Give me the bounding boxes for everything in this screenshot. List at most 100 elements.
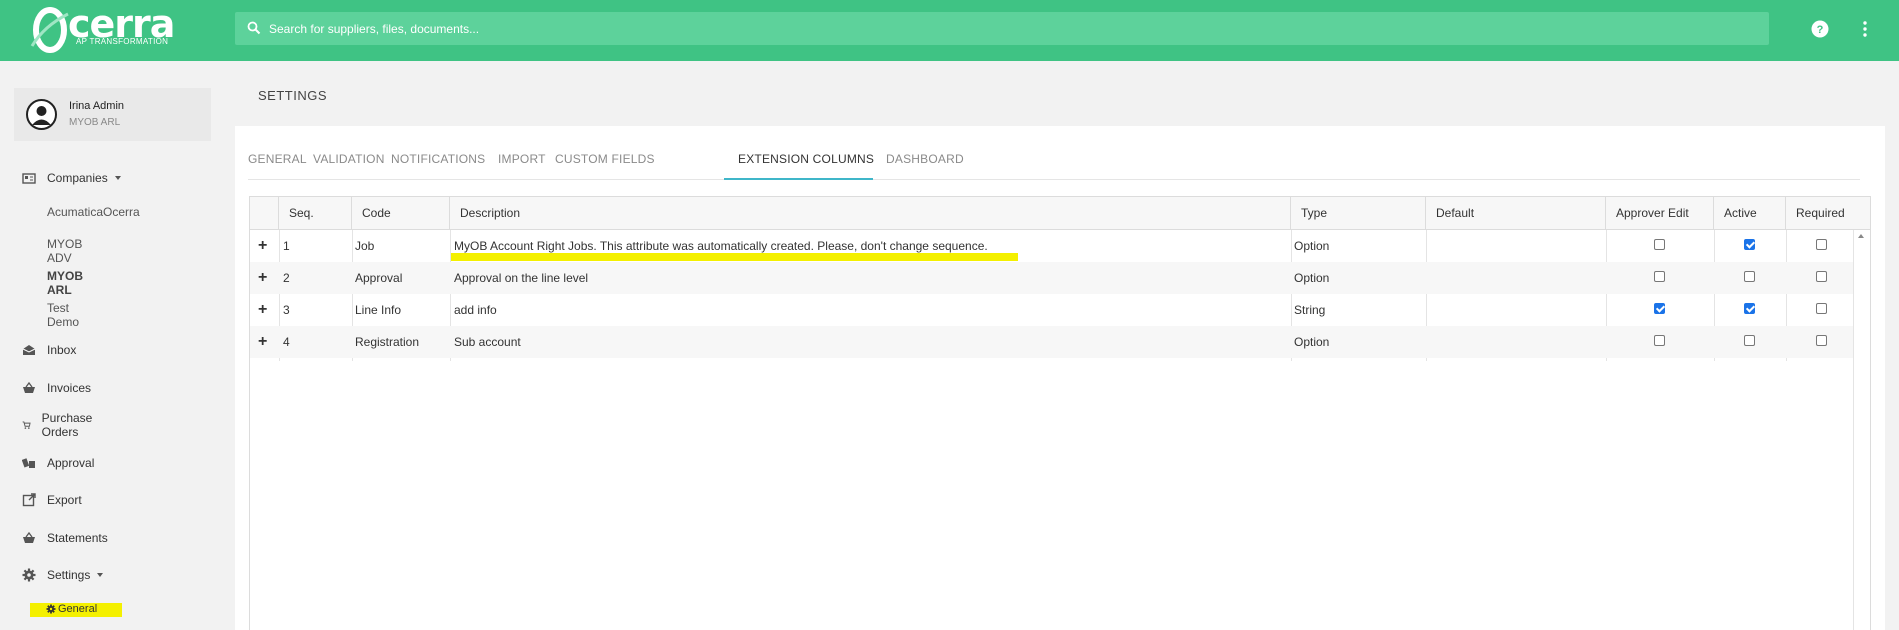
approver-edit-checkbox[interactable] — [1654, 239, 1665, 250]
column-header-type[interactable]: Type — [1291, 197, 1426, 230]
tab-notifications[interactable]: NOTIFICATIONS — [391, 152, 485, 166]
sidebar-item-purchase-orders[interactable]: Purchase Orders — [22, 411, 98, 439]
active-checkbox[interactable] — [1744, 239, 1755, 250]
required-checkbox[interactable] — [1816, 239, 1827, 250]
table-row[interactable]: + 2 Approval Approval on the line level … — [250, 262, 1853, 294]
inbox-icon — [22, 345, 36, 355]
table-row[interactable]: + 4 Registration Sub account Option — [250, 326, 1853, 358]
logo-tagline: AP TRANSFORMATION — [76, 37, 169, 46]
sidebar-item-label: General — [58, 603, 98, 615]
cell-seq: 3 — [283, 303, 290, 317]
vertical-scrollbar[interactable] — [1853, 230, 1870, 630]
column-header-approver-edit[interactable]: Approver Edit — [1606, 197, 1714, 230]
cell-type: Option — [1294, 239, 1330, 253]
tab-custom-fields[interactable]: CUSTOM FIELDS — [555, 152, 655, 166]
company-test-demo[interactable]: Test Demo — [47, 301, 79, 329]
gear-icon — [46, 604, 56, 614]
more-menu-icon[interactable] — [1861, 20, 1869, 38]
tab-validation[interactable]: VALIDATION — [313, 152, 385, 166]
top-bar: cerra AP TRANSFORMATION ? — [0, 0, 1899, 61]
cell-type: Option — [1294, 271, 1330, 285]
sidebar-item-companies[interactable]: Companies — [22, 167, 121, 189]
sidebar-item-export[interactable]: Export — [22, 489, 82, 511]
expand-row-icon[interactable]: + — [258, 326, 267, 358]
cell-code: Approval — [355, 271, 403, 285]
settings-tabs: GENERAL VALIDATION NOTIFICATIONS IMPORT … — [248, 126, 1860, 180]
cell-description: MyOB Account Right Jobs. This attribute … — [454, 239, 988, 253]
column-header-default[interactable]: Default — [1426, 197, 1606, 230]
required-checkbox[interactable] — [1816, 335, 1827, 346]
sidebar-item-label: Approval — [47, 456, 95, 470]
settings-panel: GENERAL VALIDATION NOTIFICATIONS IMPORT … — [235, 126, 1885, 630]
cell-code: Registration — [355, 335, 420, 349]
tab-general[interactable]: GENERAL — [248, 152, 307, 166]
approver-edit-checkbox[interactable] — [1654, 271, 1665, 282]
table-row[interactable]: + 1 Job MyOB Account Right Jobs. This at… — [250, 230, 1853, 262]
search-input[interactable] — [269, 12, 1759, 45]
expand-row-icon[interactable]: + — [258, 294, 267, 326]
search-icon — [247, 21, 261, 35]
tab-import[interactable]: IMPORT — [498, 152, 546, 166]
sidebar-item-inbox[interactable]: Inbox — [22, 339, 76, 361]
sidebar-item-settings[interactable]: Settings — [22, 564, 104, 586]
cell-code: Line Info — [355, 303, 402, 317]
sidebar-item-general[interactable]: General — [46, 603, 97, 615]
sidebar-item-statements[interactable]: Statements — [22, 527, 108, 549]
tab-extension-columns[interactable]: EXTENSION COLUMNS — [738, 152, 874, 166]
company-myob-arl[interactable]: MYOB ARL — [47, 269, 83, 297]
cell-description: add info — [454, 303, 497, 317]
active-checkbox[interactable] — [1744, 271, 1755, 282]
cell-description: Sub account — [454, 335, 521, 349]
column-header-description[interactable]: Description — [450, 197, 1291, 230]
page-title: SETTINGS — [258, 88, 328, 103]
user-name: Irina Admin — [69, 100, 125, 112]
cell-seq: 4 — [283, 335, 290, 349]
company-myob-adv[interactable]: MYOB ADV — [47, 237, 82, 265]
chevron-down-icon — [97, 573, 104, 577]
global-search[interactable] — [235, 12, 1769, 45]
active-checkbox[interactable] — [1744, 303, 1755, 314]
avatar — [26, 99, 57, 130]
table-header: Seq. Code Description Type Default Appro… — [250, 197, 1870, 230]
sidebar-item-label: Purchase Orders — [41, 411, 93, 439]
required-checkbox[interactable] — [1816, 271, 1827, 282]
sidebar-item-approval[interactable]: Approval — [22, 452, 94, 474]
active-tab-indicator — [724, 178, 873, 180]
sidebar-item-label: Inbox — [47, 343, 77, 357]
cell-description: Approval on the line level — [454, 271, 589, 285]
cell-seq: 1 — [283, 239, 290, 253]
column-header-required[interactable]: Required — [1786, 197, 1870, 230]
svg-text:?: ? — [1817, 24, 1824, 36]
scroll-up-arrow-icon[interactable] — [1858, 234, 1864, 238]
table-row[interactable]: + 3 Line Info add info String — [250, 294, 1853, 326]
active-checkbox[interactable] — [1744, 335, 1755, 346]
sidebar-item-label: Statements — [47, 531, 108, 545]
expand-row-icon[interactable]: + — [258, 262, 267, 294]
approver-edit-checkbox[interactable] — [1654, 335, 1665, 346]
cell-seq: 2 — [283, 271, 290, 285]
sidebar-item-label: Invoices — [47, 381, 92, 395]
sidebar-item-label: Companies — [47, 171, 108, 185]
help-icon[interactable]: ? — [1811, 20, 1829, 38]
cell-type: Option — [1294, 335, 1330, 349]
basket-icon — [23, 531, 35, 543]
sidebar-item-label: Export — [47, 493, 82, 507]
basket-icon — [23, 381, 35, 393]
column-header-code[interactable]: Code — [352, 197, 450, 230]
user-card[interactable]: Irina Admin MYOB ARL — [14, 88, 211, 141]
sidebar-item-invoices[interactable]: Invoices — [22, 377, 91, 399]
column-header-seq[interactable]: Seq. — [279, 197, 352, 230]
ocerra-logo[interactable]: cerra AP TRANSFORMATION — [14, 4, 175, 54]
tab-dashboard[interactable]: DASHBOARD — [886, 152, 964, 166]
approval-icon — [22, 458, 35, 468]
logo-mark-icon — [30, 7, 69, 53]
company-acumaticaocerra[interactable]: AcumaticaOcerra — [47, 205, 140, 219]
chevron-down-icon — [114, 176, 121, 180]
approver-edit-checkbox[interactable] — [1654, 303, 1665, 314]
gear-icon — [22, 568, 36, 582]
required-checkbox[interactable] — [1816, 303, 1827, 314]
column-header-active[interactable]: Active — [1714, 197, 1786, 230]
sidebar-item-label: Settings — [47, 568, 91, 582]
cell-type: String — [1294, 303, 1326, 317]
expand-row-icon[interactable]: + — [258, 230, 267, 262]
